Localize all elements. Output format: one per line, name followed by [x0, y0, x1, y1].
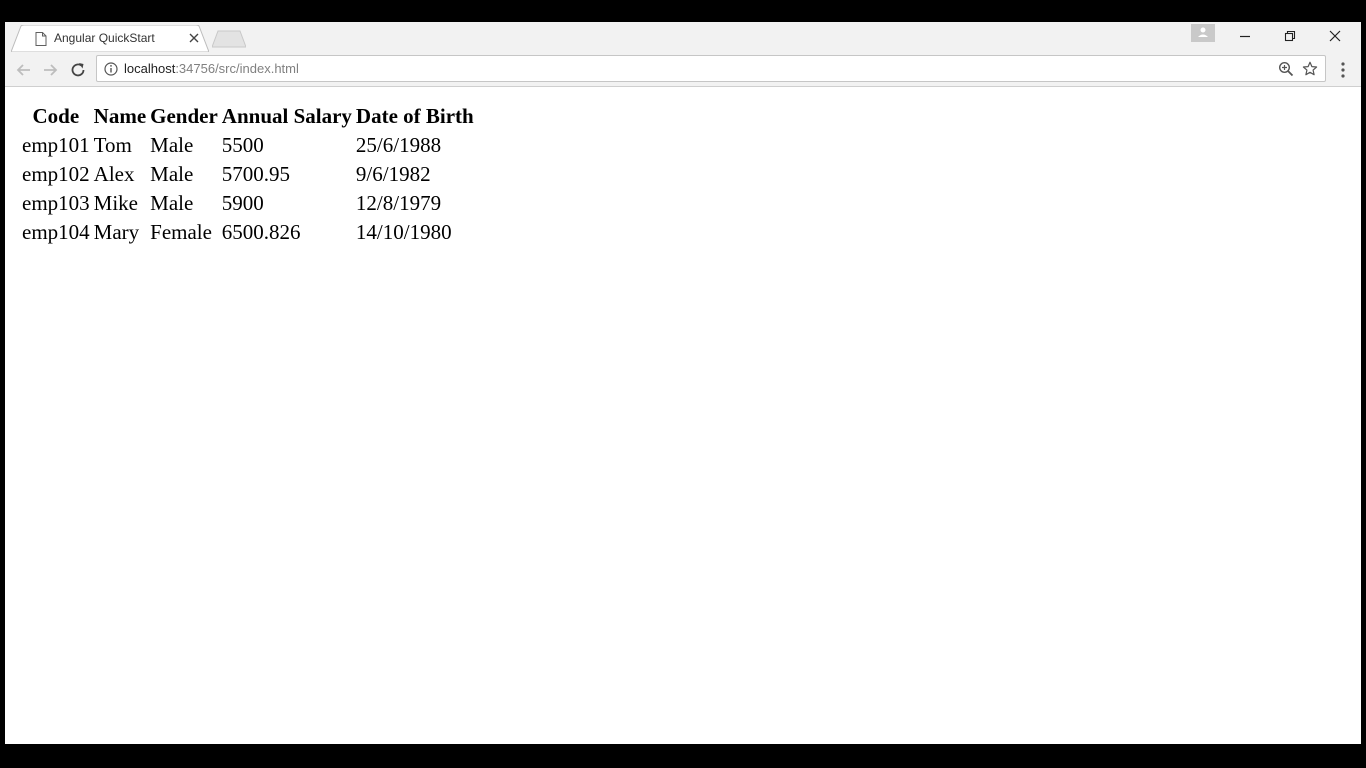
- cell-date-of-birth: 14/10/1980: [355, 220, 452, 244]
- minimize-icon: [1240, 35, 1250, 38]
- cell-code: emp103: [22, 191, 90, 215]
- header-name: Name: [93, 104, 147, 128]
- cell-gender: Male: [150, 133, 194, 157]
- cell-code: emp101: [22, 133, 90, 157]
- employee-table: Code Name Gender Annual Salary Date of B…: [19, 101, 477, 248]
- address-bar[interactable]: localhost:34756/src/index.html: [96, 55, 1326, 82]
- browser-toolbar: localhost:34756/src/index.html: [5, 52, 1361, 87]
- cell-name: Mary: [93, 220, 140, 244]
- cell-code: emp102: [22, 162, 90, 186]
- header-date-of-birth: Date of Birth: [355, 104, 474, 128]
- arrow-left-icon[interactable]: [14, 60, 34, 80]
- info-icon[interactable]: [104, 62, 118, 76]
- restore-icon: [1284, 30, 1296, 42]
- close-icon: [1329, 30, 1341, 42]
- cell-annual-salary: 5900: [221, 191, 264, 215]
- page-content: Code Name Gender Annual Salary Date of B…: [5, 87, 1361, 744]
- cell-gender: Female: [150, 220, 212, 244]
- restore-button[interactable]: [1268, 22, 1312, 50]
- profile-icon[interactable]: [1191, 24, 1215, 42]
- table-row: emp102 Alex Male 5700.95 9/6/1982: [21, 161, 475, 188]
- header-gender: Gender: [150, 104, 218, 128]
- cell-gender: Male: [150, 191, 194, 215]
- zoom-icon[interactable]: [1278, 61, 1294, 77]
- browser-window: Angular QuickStart localhost:34756/src/i…: [5, 22, 1361, 744]
- close-icon[interactable]: [188, 32, 200, 44]
- table-row: emp101 Tom Male 5500 25/6/1988: [21, 132, 475, 159]
- minimize-button[interactable]: [1223, 22, 1267, 50]
- cell-annual-salary: 6500.826: [221, 220, 301, 244]
- cell-date-of-birth: 9/6/1982: [355, 162, 431, 186]
- cell-name: Tom: [93, 133, 132, 157]
- url-text[interactable]: localhost:34756/src/index.html: [124, 61, 299, 76]
- cell-name: Mike: [93, 191, 138, 215]
- close-window-button[interactable]: [1313, 22, 1357, 50]
- cell-gender: Male: [150, 162, 194, 186]
- tab-strip: Angular QuickStart: [5, 22, 1361, 52]
- cell-code: emp104: [22, 220, 90, 244]
- new-tab-button[interactable]: [212, 30, 246, 48]
- url-host: localhost: [124, 61, 176, 76]
- arrow-right-icon[interactable]: [40, 60, 60, 80]
- page-icon: [35, 32, 47, 46]
- tab-title: Angular QuickStart: [54, 31, 155, 45]
- reload-icon[interactable]: [68, 60, 88, 80]
- table-row: emp103 Mike Male 5900 12/8/1979: [21, 190, 475, 217]
- cell-date-of-birth: 25/6/1988: [355, 133, 442, 157]
- profile-glyph: [1198, 27, 1208, 37]
- cell-annual-salary: 5700.95: [221, 162, 291, 186]
- star-icon[interactable]: [1302, 61, 1318, 77]
- tab-angular-quickstart[interactable]: Angular QuickStart: [11, 25, 209, 52]
- header-code: Code: [32, 104, 80, 128]
- table-row: emp104 Mary Female 6500.826 14/10/1980: [21, 219, 475, 246]
- cell-name: Alex: [93, 162, 135, 186]
- table-header-row: Code Name Gender Annual Salary Date of B…: [21, 103, 475, 130]
- cell-annual-salary: 5500: [221, 133, 264, 157]
- cell-date-of-birth: 12/8/1979: [355, 191, 442, 215]
- header-annual-salary: Annual Salary: [221, 104, 352, 128]
- kebab-menu-icon[interactable]: [1335, 61, 1351, 79]
- url-path: :34756/src/index.html: [175, 61, 299, 76]
